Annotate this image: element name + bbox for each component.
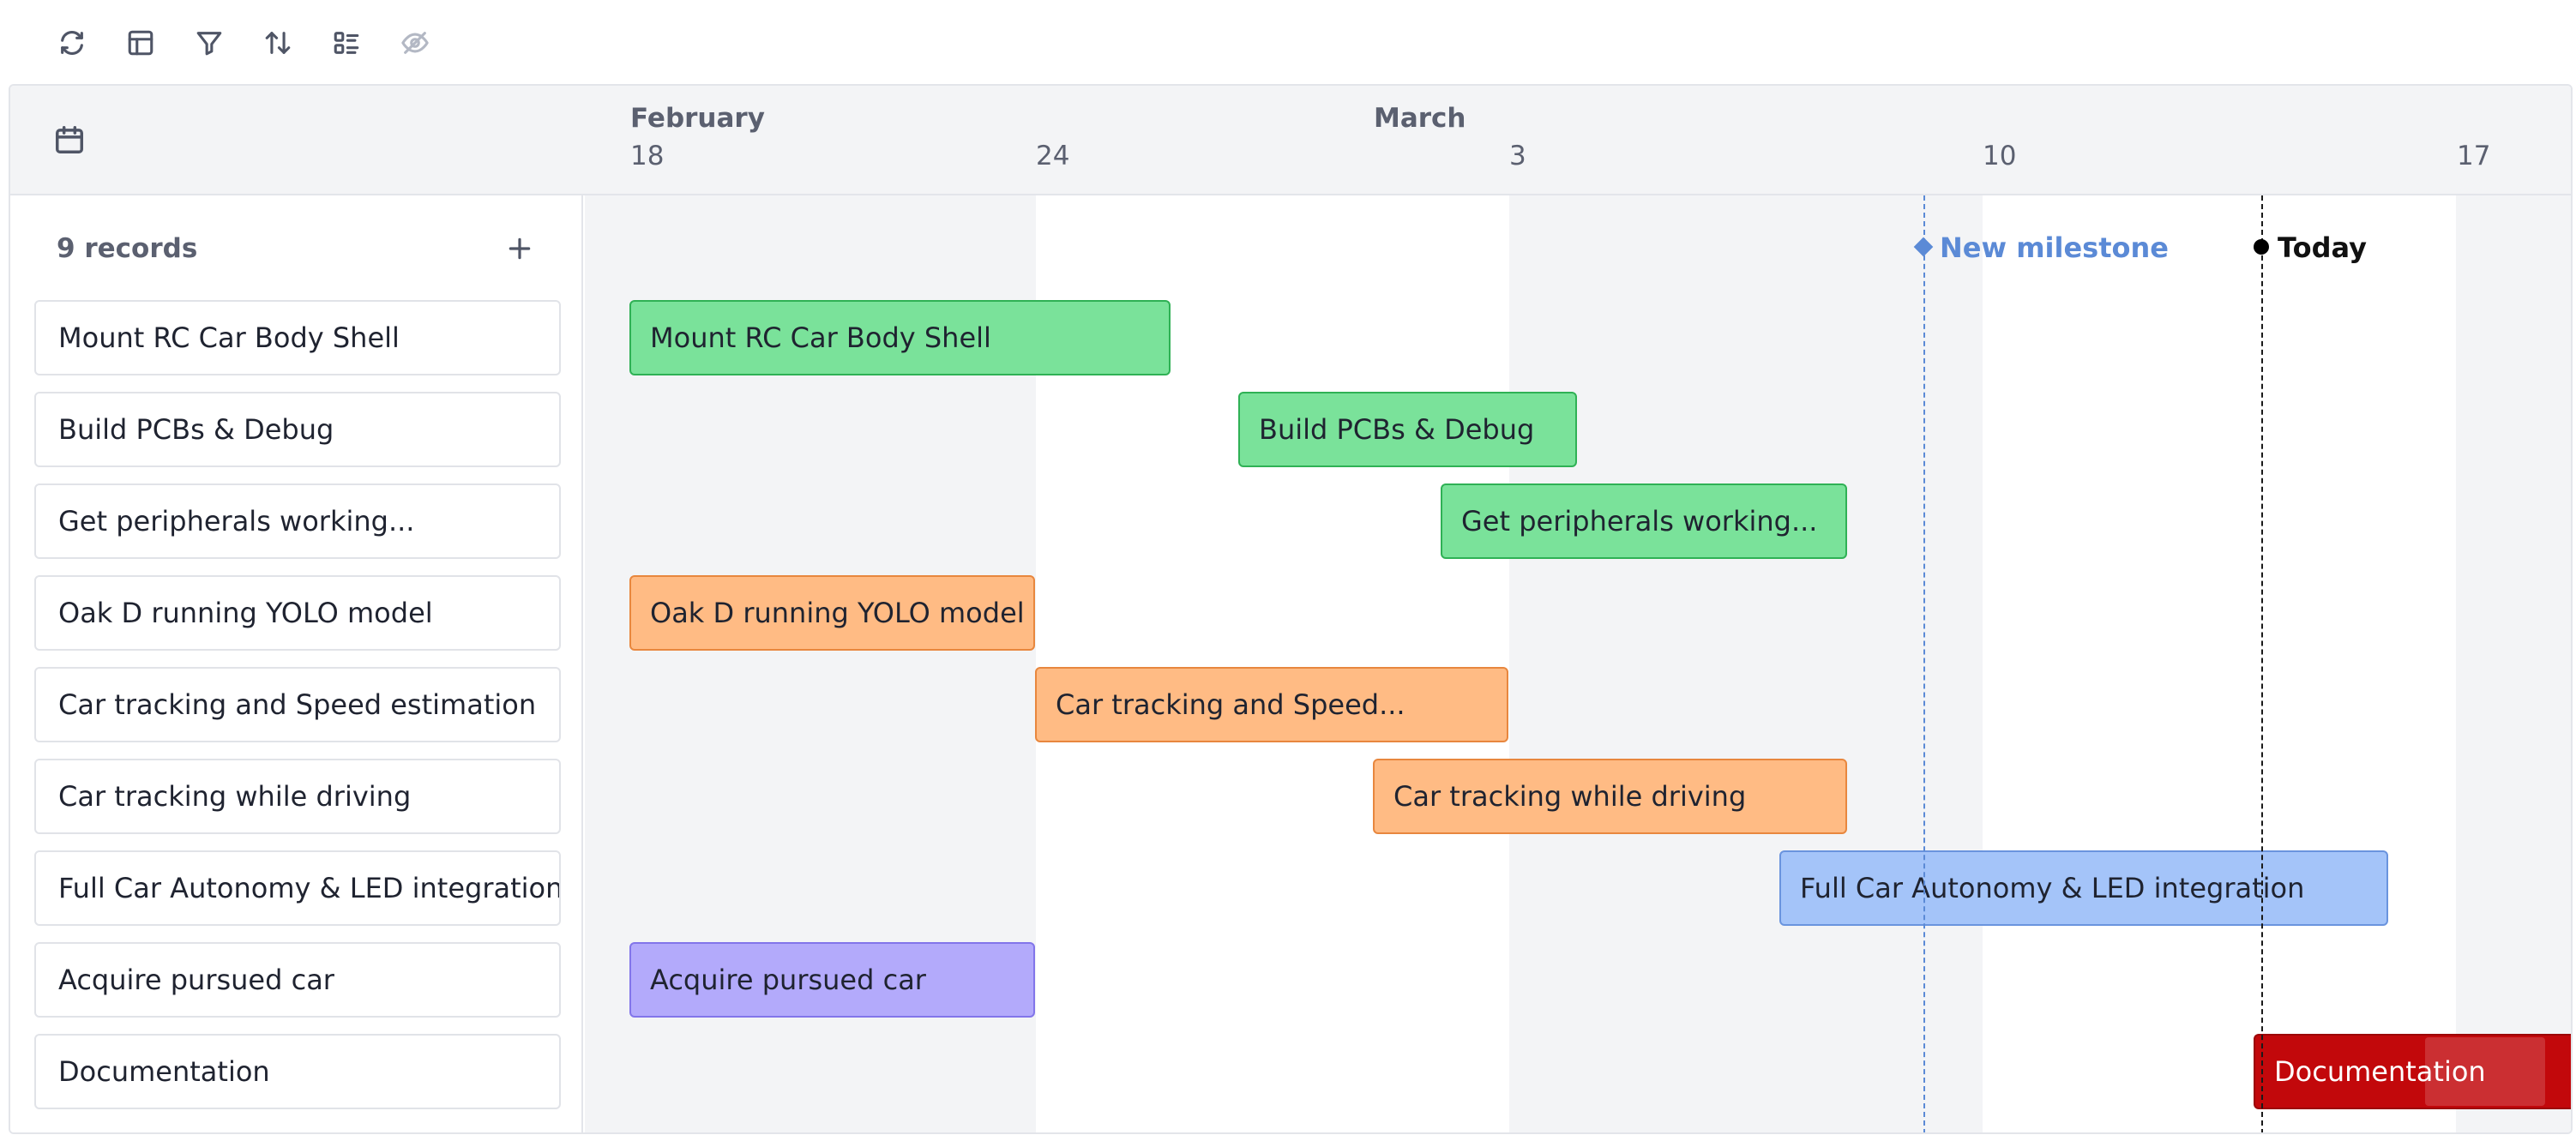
- record-row[interactable]: Get peripherals working...: [34, 483, 561, 559]
- record-row[interactable]: Car tracking and Speed estimation: [34, 667, 561, 742]
- task-bar-mount-body-shell[interactable]: Mount RC Car Body Shell: [629, 300, 1171, 375]
- record-row[interactable]: Oak D running YOLO model: [34, 575, 561, 651]
- task-bar-oak-d-yolo[interactable]: Oak D running YOLO model: [629, 575, 1035, 651]
- filter-button[interactable]: [189, 24, 230, 62]
- record-row[interactable]: Build PCBs & Debug: [34, 392, 561, 467]
- today-label: Today: [2278, 231, 2367, 264]
- records-panel: 9 records Mount RC Car Body Shell Build …: [10, 195, 583, 1132]
- calendar-icon: [56, 126, 83, 153]
- timeline-header: February March 18 24 3 10 17: [10, 86, 2571, 195]
- task-bar-build-pcbs[interactable]: Build PCBs & Debug: [1238, 392, 1577, 467]
- filter-icon: [196, 32, 222, 56]
- record-row[interactable]: Car tracking while driving: [34, 759, 561, 834]
- group-list-icon: [334, 32, 359, 54]
- task-bar-tracking-driving[interactable]: Car tracking while driving: [1373, 759, 1847, 834]
- today-line: [2261, 195, 2263, 1132]
- month-label-february: February: [630, 103, 765, 134]
- day-label-18: 18: [630, 141, 665, 171]
- sort-button[interactable]: [257, 24, 298, 62]
- refresh-icon: [61, 30, 83, 56]
- records-count: 9 records: [57, 233, 198, 264]
- day-label-10: 10: [1983, 141, 2017, 171]
- calendar-button[interactable]: [53, 123, 86, 156]
- milestone-label[interactable]: New milestone: [1940, 231, 2169, 264]
- layout-icon: [128, 30, 153, 56]
- task-bar-car-tracking-speed[interactable]: Car tracking and Speed...: [1035, 667, 1508, 742]
- plus-icon: [509, 237, 531, 260]
- toolbar: [0, 0, 2576, 84]
- week-shade: [2456, 195, 2571, 1132]
- timeline-view: February March 18 24 3 10 17 9 records M…: [9, 84, 2573, 1134]
- record-row[interactable]: Acquire pursued car: [34, 942, 561, 1018]
- hidden-eye-icon: [401, 32, 429, 54]
- task-bar-peripherals[interactable]: Get peripherals working...: [1441, 483, 1847, 559]
- day-label-3: 3: [1509, 141, 1526, 171]
- record-row[interactable]: Documentation: [34, 1034, 561, 1109]
- refresh-button[interactable]: [51, 24, 93, 62]
- record-row[interactable]: Mount RC Car Body Shell: [34, 300, 561, 375]
- day-label-17: 17: [2457, 141, 2491, 171]
- task-bar-full-autonomy[interactable]: Full Car Autonomy & LED integration: [1779, 850, 2388, 926]
- week-shade: [1509, 195, 1983, 1132]
- task-bar-acquire-car[interactable]: Acquire pursued car: [629, 942, 1035, 1018]
- day-label-24: 24: [1036, 141, 1070, 171]
- group-list-button[interactable]: [326, 24, 367, 62]
- sort-icon: [265, 32, 291, 54]
- layout-button[interactable]: [120, 24, 161, 62]
- hidden-fields-button[interactable]: [394, 24, 436, 62]
- month-label-march: March: [1374, 103, 1466, 134]
- milestone-line: [1923, 195, 1925, 1132]
- record-row[interactable]: Full Car Autonomy & LED integration: [34, 850, 561, 926]
- add-record-button[interactable]: [501, 230, 539, 267]
- watermark: [2425, 1037, 2545, 1106]
- today-dot-icon: [2254, 239, 2269, 255]
- timeline-grid: Mount RC Car Body Shell Build PCBs & Deb…: [585, 195, 2571, 1132]
